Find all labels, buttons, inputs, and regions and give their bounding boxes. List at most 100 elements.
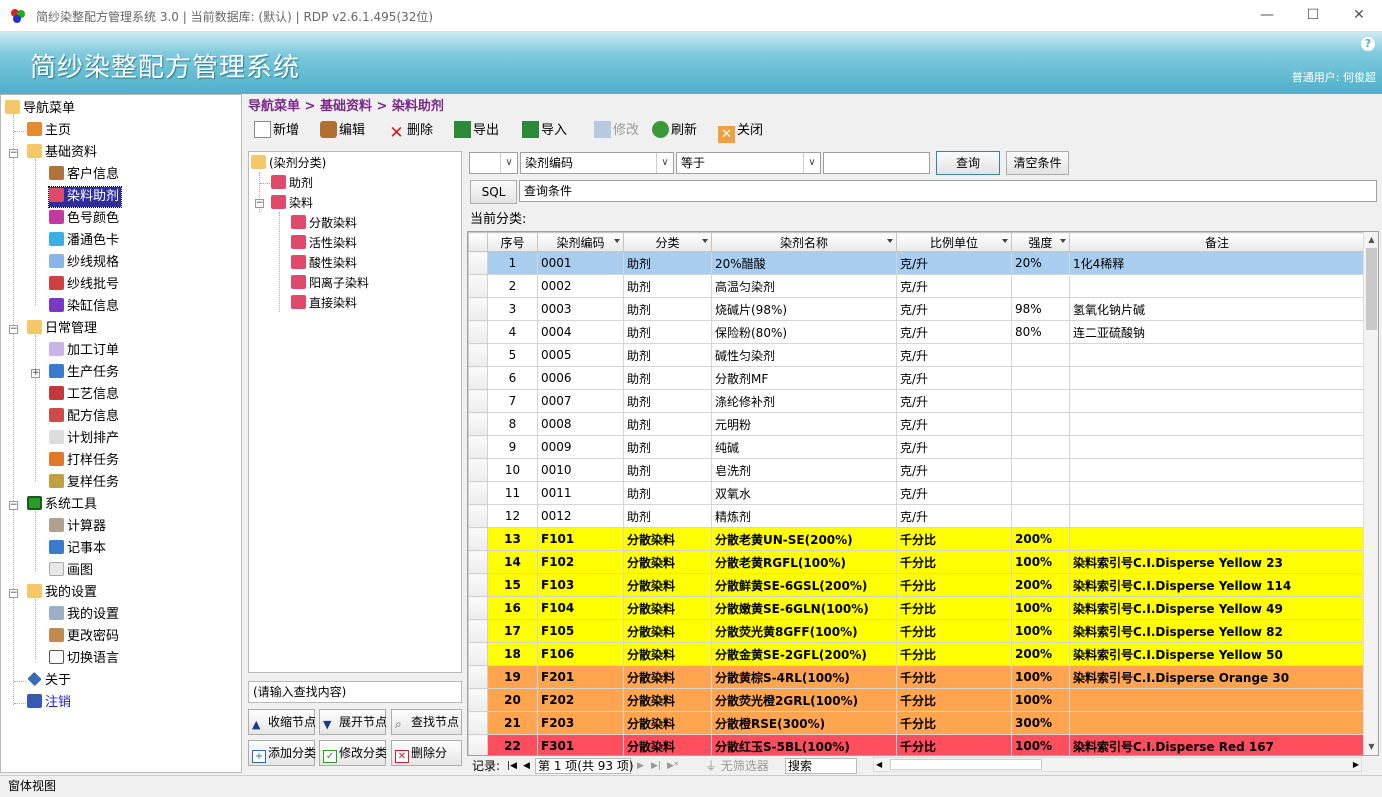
cell-name[interactable]: 高温匀染剂 [711,274,897,298]
horizontal-scrollbar[interactable]: ◀ ▶ [873,757,1362,772]
cell-code[interactable]: 0011 [537,481,624,505]
table-row[interactable]: 1 0001 助剂 20%醋酸 克/升 20% 1化4稀释 [468,251,1365,275]
category-reactive[interactable]: 活性染料 [291,233,357,253]
nav-item-orders[interactable]: 加工订单 [49,341,119,361]
cell-remark[interactable] [1069,366,1365,390]
category-disperse[interactable]: 分散染料 [291,213,357,233]
cell-name[interactable]: 碱性匀染剂 [711,343,897,367]
operator-select[interactable]: 等于 ∨ [676,152,821,174]
cell-class[interactable]: 助剂 [623,504,712,528]
record-position[interactable]: 第 1 项(共 93 项) [535,758,634,774]
row-selector[interactable] [468,481,488,505]
cell-unit[interactable]: 克/升 [896,366,1012,390]
new-record-icon[interactable]: ▶* [667,757,678,775]
scroll-down-icon[interactable]: ▼ [1364,739,1379,754]
cell-name[interactable]: 分散剂MF [711,366,897,390]
cell-seq[interactable]: 6 [487,366,538,390]
table-row[interactable]: 8 0008 助剂 元明粉 克/升 [468,412,1365,436]
cell-class[interactable]: 分散染料 [623,734,712,755]
row-selector[interactable] [468,320,488,344]
col-header-strength[interactable]: 强度 [1011,232,1070,252]
edit-button[interactable]: 编辑 [320,120,365,142]
scroll-up-icon[interactable]: ▲ [1364,232,1379,247]
nav-home[interactable]: 主页 [27,121,71,141]
cell-code[interactable]: 0007 [537,389,624,413]
cell-remark[interactable]: 氢氧化钠片碱 [1069,297,1365,321]
category-acid[interactable]: 酸性染料 [291,253,357,273]
cell-remark[interactable]: 染料索引号C.I.Disperse Yellow 23 [1069,550,1365,574]
table-row[interactable]: 12 0012 助剂 精炼剂 克/升 [468,504,1365,528]
row-selector[interactable] [468,366,488,390]
row-selector[interactable] [468,458,488,482]
cell-strength[interactable]: 200% [1011,642,1070,666]
cell-unit[interactable]: 克/升 [896,251,1012,275]
cell-seq[interactable]: 1 [487,251,538,275]
col-header-remark[interactable]: 备注 [1069,232,1365,252]
cell-class[interactable]: 助剂 [623,412,712,436]
cell-remark[interactable]: 染料索引号C.I.Disperse Red 167 [1069,734,1365,755]
cell-class[interactable]: 分散染料 [623,527,712,551]
table-row[interactable]: 19 F201 分散染料 分散黄棕S-4RL(100%) 千分比 100% 染料索引号C.I… [468,665,1365,689]
collapse-dye-icon[interactable]: − [255,199,264,208]
delete-button[interactable]: ✕ 删除 [388,120,433,142]
add-category-button[interactable]: + 添加分类 [248,740,316,766]
condition-input[interactable]: 查询条件 [519,180,1377,202]
cell-name[interactable]: 纯碱 [711,435,897,459]
cell-unit[interactable]: 克/升 [896,481,1012,505]
row-selector[interactable] [468,297,488,321]
cell-remark[interactable]: 连二亚硫酸钠 [1069,320,1365,344]
cell-code[interactable]: 0002 [537,274,624,298]
prev-record-icon[interactable]: ◀ [523,757,530,775]
nav-item-my-settings[interactable]: 我的设置 [49,605,119,625]
cell-code[interactable]: F201 [537,665,624,689]
cell-code[interactable]: 0005 [537,343,624,367]
table-row[interactable]: 14 F102 分散染料 分散老黄RGFL(100%) 千分比 100% 染料索引号C.I.… [468,550,1365,574]
cell-code[interactable]: F102 [537,550,624,574]
nav-item-schedule[interactable]: 计划排产 [49,429,119,449]
cell-class[interactable]: 分散染料 [623,711,712,735]
row-selector[interactable] [468,619,488,643]
nav-item-resample[interactable]: 复样任务 [49,473,119,493]
row-selector[interactable] [468,688,488,712]
cell-remark[interactable] [1069,711,1365,735]
cell-strength[interactable]: 300% [1011,711,1070,735]
cell-name[interactable]: 分散嫩黄SE-6GLN(100%) [711,596,897,620]
cell-name[interactable]: 分散老黄UN-SE(200%) [711,527,897,551]
col-header-class[interactable]: 分类 [623,232,712,252]
cell-class[interactable]: 助剂 [623,274,712,298]
nav-item-customer[interactable]: 客户信息 [49,165,119,185]
cell-class[interactable]: 分散染料 [623,619,712,643]
cell-strength[interactable] [1011,412,1070,436]
scroll-left-icon[interactable]: ◀ [876,758,882,771]
cell-remark[interactable]: 染料索引号C.I.Disperse Yellow 114 [1069,573,1365,597]
cell-strength[interactable] [1011,389,1070,413]
cell-remark[interactable] [1069,481,1365,505]
cell-name[interactable]: 烧碱片(98%) [711,297,897,321]
row-selector[interactable] [468,527,488,551]
import-button[interactable]: 导入 [522,120,567,142]
table-row[interactable]: 15 F103 分散染料 分散鲜黄SE-6GSL(200%) 千分比 200% 染料索引号C… [468,573,1365,597]
cell-remark[interactable] [1069,435,1365,459]
clear-conditions-button[interactable]: 清空条件 [1006,151,1069,175]
cell-unit[interactable]: 千分比 [896,688,1012,712]
table-row[interactable]: 11 0011 助剂 双氧水 克/升 [468,481,1365,505]
cell-strength[interactable]: 98% [1011,297,1070,321]
cell-name[interactable]: 精炼剂 [711,504,897,528]
cell-strength[interactable]: 100% [1011,688,1070,712]
cell-unit[interactable]: 克/升 [896,412,1012,436]
first-record-icon[interactable]: |◀ [507,757,517,775]
cell-name[interactable]: 分散荧光黄8GFF(100%) [711,619,897,643]
row-selector[interactable] [468,711,488,735]
table-row[interactable]: 7 0007 助剂 涤纶修补剂 克/升 [468,389,1365,413]
cell-remark[interactable]: 染料索引号C.I.Disperse Yellow 49 [1069,596,1365,620]
no-filter-indicator[interactable]: ⏚ 无筛选器 [705,757,769,775]
category-direct[interactable]: 直接染料 [291,293,357,313]
nav-item-pantone[interactable]: 潘通色卡 [49,231,119,251]
cell-unit[interactable]: 千分比 [896,550,1012,574]
cell-code[interactable]: 0010 [537,458,624,482]
maximize-button[interactable]: ☐ [1290,0,1336,31]
nav-group-daily[interactable]: 日常管理 [27,319,97,339]
cell-seq[interactable]: 13 [487,527,538,551]
cell-unit[interactable]: 千分比 [896,642,1012,666]
modify-button[interactable]: 修改 [594,120,639,142]
